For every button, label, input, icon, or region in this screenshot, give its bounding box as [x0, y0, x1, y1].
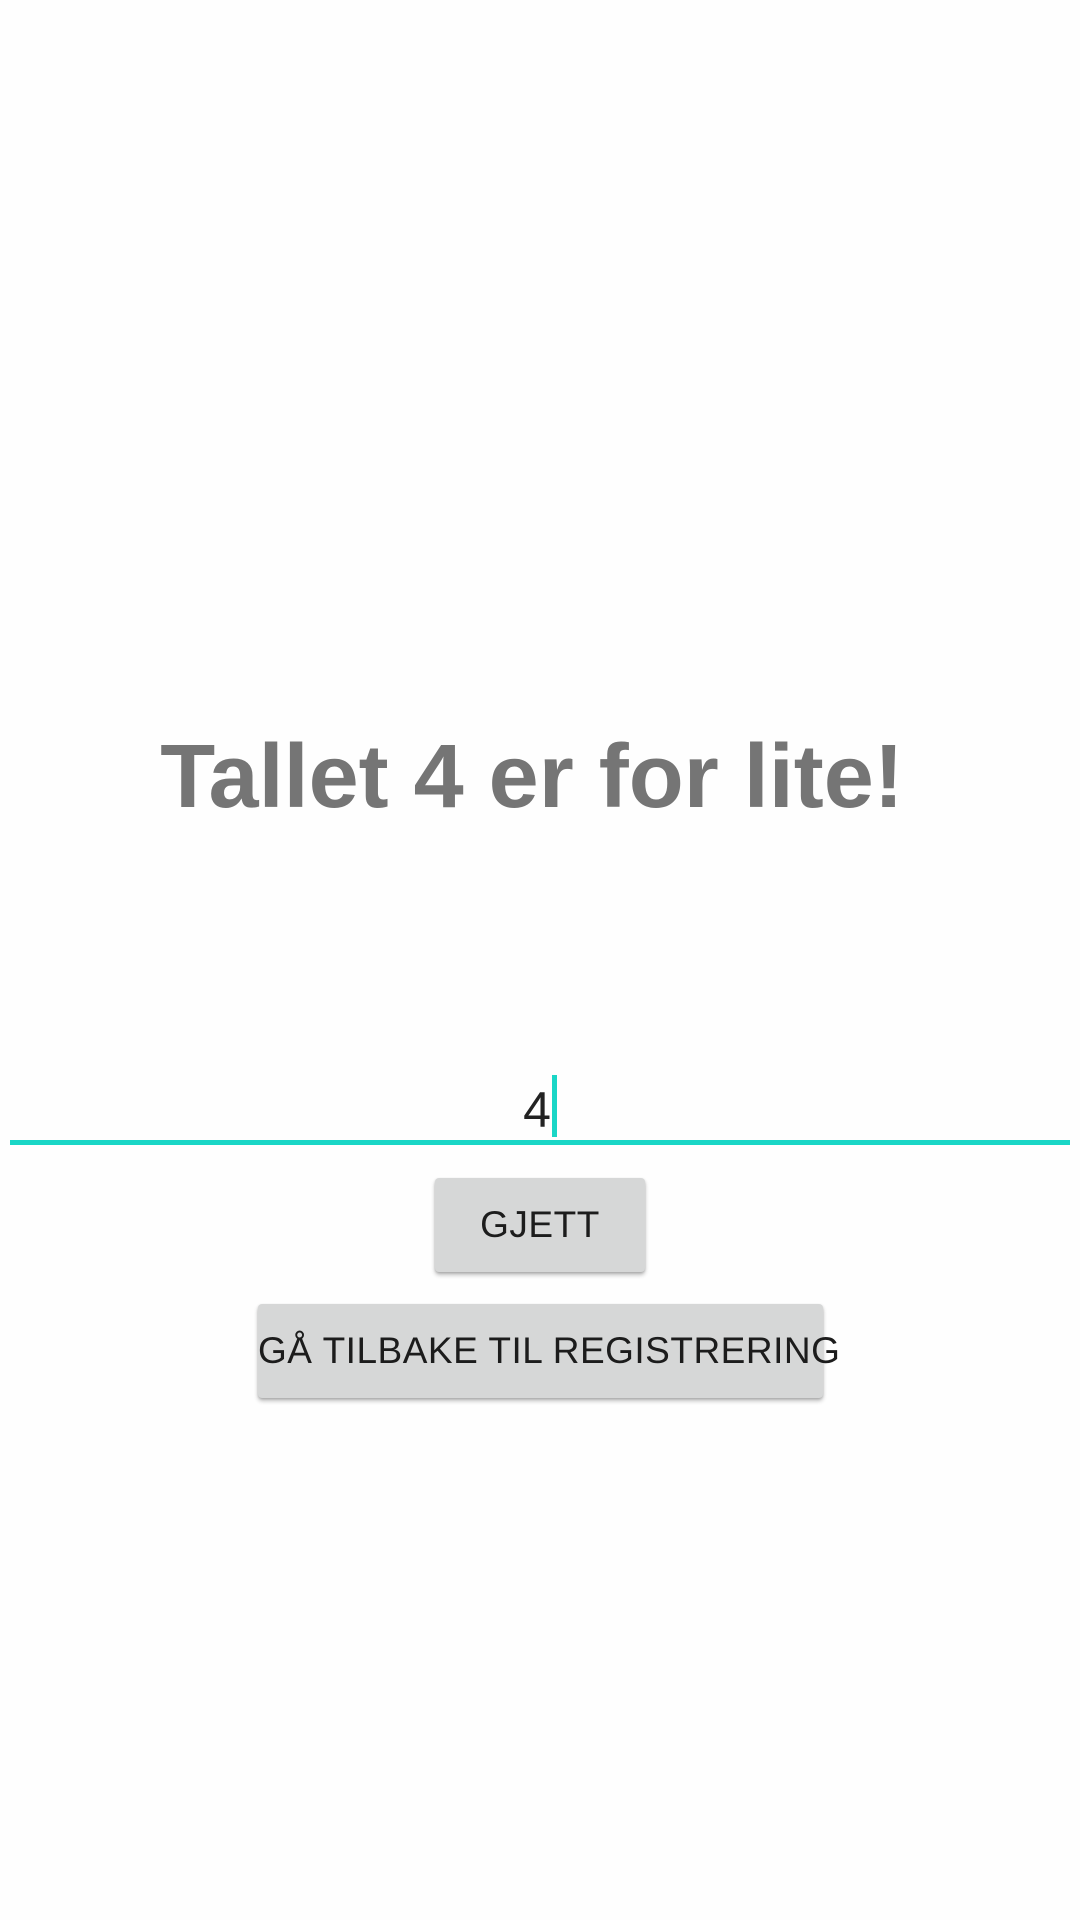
- guess-input-value: 4: [523, 1082, 551, 1138]
- guess-input[interactable]: 4: [10, 1060, 1070, 1145]
- guess-input-text[interactable]: 4: [10, 1070, 1070, 1150]
- input-underline: [10, 1140, 1070, 1145]
- guess-button[interactable]: GJETT: [435, 1178, 645, 1272]
- guess-screen: Tallet 4 er for lite! 4 GJETT GÅ TILBAKE…: [0, 0, 1080, 1920]
- back-to-registration-button[interactable]: GÅ TILBAKE TIL REGISTRERING: [258, 1304, 840, 1398]
- text-cursor: [551, 1075, 557, 1137]
- result-message: Tallet 4 er for lite!: [160, 727, 904, 827]
